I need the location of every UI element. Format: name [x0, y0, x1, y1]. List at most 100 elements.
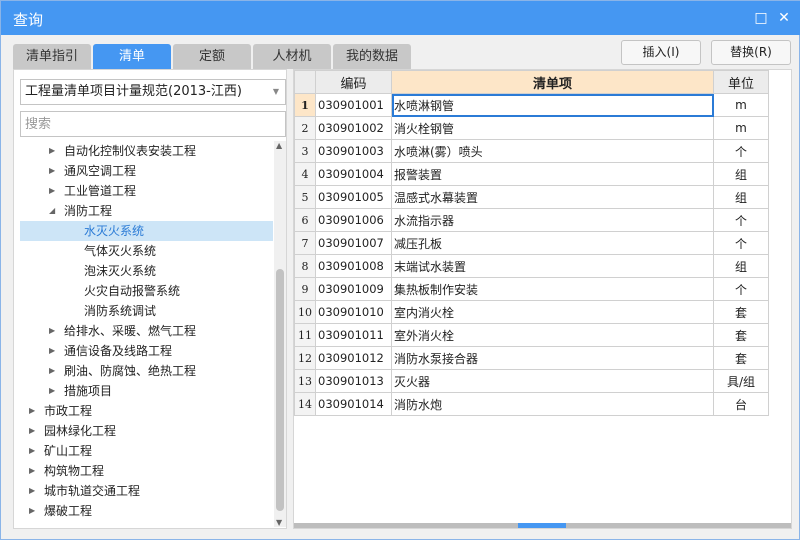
tree-node[interactable]: ▶ 爆破工程: [20, 501, 273, 521]
table-row[interactable]: 14 030901014 消防水炮台: [294, 392, 769, 416]
row-number[interactable]: 12: [294, 346, 316, 370]
item-unit[interactable]: 组: [713, 185, 769, 209]
col-unit[interactable]: 单位: [713, 70, 769, 94]
col-item[interactable]: 清单项: [391, 70, 714, 94]
tab-1[interactable]: 清单: [93, 44, 171, 69]
row-number[interactable]: 14: [294, 392, 316, 416]
table-row[interactable]: 3 030901003 水喷淋(雾）喷头个: [294, 139, 769, 163]
table-row[interactable]: 11 030901011 室外消火栓套: [294, 323, 769, 347]
standard-select[interactable]: 工程量清单项目计量规范(2013-江西) ▼: [20, 79, 286, 105]
tree-node[interactable]: ▶ 构筑物工程: [20, 461, 273, 481]
tree-node[interactable]: 火灾自动报警系统: [20, 281, 273, 301]
row-number[interactable]: 3: [294, 139, 316, 163]
expanded-arrow-icon[interactable]: ◢: [49, 201, 59, 221]
row-number[interactable]: 10: [294, 300, 316, 324]
item-code[interactable]: 030901001: [315, 93, 392, 117]
tree-node[interactable]: ▶ 通风空调工程: [20, 161, 273, 181]
tree-node[interactable]: ▶ 给排水、采暖、燃气工程: [20, 321, 273, 341]
item-unit[interactable]: 套: [713, 300, 769, 324]
tree-node[interactable]: 泡沫灭火系统: [20, 261, 273, 281]
item-code[interactable]: 030901008: [315, 254, 392, 278]
table-row[interactable]: 13 030901013 灭火器 具/组: [294, 369, 769, 393]
row-number[interactable]: 4: [294, 162, 316, 186]
item-unit[interactable]: m: [713, 93, 769, 117]
tree-node[interactable]: ▶ 城市轨道交通工程: [20, 481, 273, 501]
item-code[interactable]: 030901002: [315, 116, 392, 140]
close-icon[interactable]: ✕: [776, 10, 792, 26]
item-code[interactable]: 030901009: [315, 277, 392, 301]
table-row[interactable]: 10 030901010 室内消火栓套: [294, 300, 769, 324]
item-code[interactable]: 030901012: [315, 346, 392, 370]
item-code[interactable]: 030901007: [315, 231, 392, 255]
item-name[interactable]: 灭火器: [391, 369, 714, 393]
row-number[interactable]: 9: [294, 277, 316, 301]
item-unit[interactable]: m: [713, 116, 769, 140]
collapsed-arrow-icon[interactable]: ▶: [29, 421, 39, 441]
collapsed-arrow-icon[interactable]: ▶: [49, 381, 59, 401]
tree-node[interactable]: ▶ 刷油、防腐蚀、绝热工程: [20, 361, 273, 381]
item-unit[interactable]: 个: [713, 208, 769, 232]
tab-4[interactable]: 我的数据: [333, 44, 411, 69]
tree-node[interactable]: ▶ 措施项目: [20, 381, 273, 401]
table-row[interactable]: 8 030901008 末端试水装置组: [294, 254, 769, 278]
scroll-thumb[interactable]: [276, 269, 284, 511]
item-code[interactable]: 030901006: [315, 208, 392, 232]
table-row[interactable]: 7 030901007 减压孔板个: [294, 231, 769, 255]
tree-node[interactable]: 气体灭火系统: [20, 241, 273, 261]
item-unit[interactable]: 组: [713, 162, 769, 186]
tree-node[interactable]: ▶ 通信设备及线路工程: [20, 341, 273, 361]
row-number[interactable]: 8: [294, 254, 316, 278]
insert-button[interactable]: 插入(I): [621, 40, 701, 65]
table-row[interactable]: 1 030901001 水喷淋钢管 m: [294, 93, 769, 117]
item-name[interactable]: 室外消火栓: [391, 323, 714, 347]
item-name[interactable]: 水喷淋(雾）喷头: [391, 139, 714, 163]
item-code[interactable]: 030901011: [315, 323, 392, 347]
item-name[interactable]: 室内消火栓: [391, 300, 714, 324]
collapsed-arrow-icon[interactable]: ▶: [49, 361, 59, 381]
table-row[interactable]: 12 030901012 消防水泵接合器套: [294, 346, 769, 370]
item-name[interactable]: 水流指示器: [391, 208, 714, 232]
horizontal-splitter[interactable]: [294, 523, 791, 528]
collapsed-arrow-icon[interactable]: ▶: [29, 401, 39, 421]
collapsed-arrow-icon[interactable]: ▶: [29, 461, 39, 481]
row-number[interactable]: 7: [294, 231, 316, 255]
tree-node[interactable]: 消防系统调试: [20, 301, 273, 321]
search-input[interactable]: [20, 111, 286, 137]
item-name[interactable]: 集热板制作安装: [391, 277, 714, 301]
tree-scrollbar[interactable]: ▲ ▼: [274, 141, 286, 527]
col-code[interactable]: 编码: [315, 70, 392, 94]
item-code[interactable]: 030901013: [315, 369, 392, 393]
row-number[interactable]: 13: [294, 369, 316, 393]
row-number[interactable]: 2: [294, 116, 316, 140]
item-name[interactable]: 减压孔板: [391, 231, 714, 255]
splitter-handle[interactable]: [518, 523, 566, 528]
maximize-icon[interactable]: □: [753, 10, 769, 26]
item-name[interactable]: 消防水炮: [391, 392, 714, 416]
table-row[interactable]: 2 030901002 消火栓钢管 m: [294, 116, 769, 140]
tree-node[interactable]: ▶ 矿山工程: [20, 441, 273, 461]
item-code[interactable]: 030901010: [315, 300, 392, 324]
tree-node[interactable]: ▶ 工业管道工程: [20, 181, 273, 201]
item-unit[interactable]: 具/组: [713, 369, 769, 393]
table-row[interactable]: 9 030901009 集热板制作安装个: [294, 277, 769, 301]
row-number[interactable]: 11: [294, 323, 316, 347]
tree-node[interactable]: ▶ 园林绿化工程: [20, 421, 273, 441]
scroll-down-icon[interactable]: ▼: [276, 518, 282, 527]
item-code[interactable]: 030901014: [315, 392, 392, 416]
row-number[interactable]: 1: [294, 93, 316, 117]
item-unit[interactable]: 个: [713, 277, 769, 301]
tab-2[interactable]: 定额: [173, 44, 251, 69]
table-row[interactable]: 6 030901006 水流指示器个: [294, 208, 769, 232]
item-unit[interactable]: 个: [713, 231, 769, 255]
item-unit[interactable]: 套: [713, 323, 769, 347]
row-number[interactable]: 6: [294, 208, 316, 232]
item-name[interactable]: 消防水泵接合器: [391, 346, 714, 370]
item-unit[interactable]: 台: [713, 392, 769, 416]
tab-3[interactable]: 人材机: [253, 44, 331, 69]
collapsed-arrow-icon[interactable]: ▶: [49, 161, 59, 181]
collapsed-arrow-icon[interactable]: ▶: [49, 181, 59, 201]
tree-node[interactable]: 水灭火系统: [20, 221, 273, 241]
item-name[interactable]: 报警装置: [391, 162, 714, 186]
collapsed-arrow-icon[interactable]: ▶: [49, 321, 59, 341]
item-name[interactable]: 水喷淋钢管: [391, 93, 714, 117]
